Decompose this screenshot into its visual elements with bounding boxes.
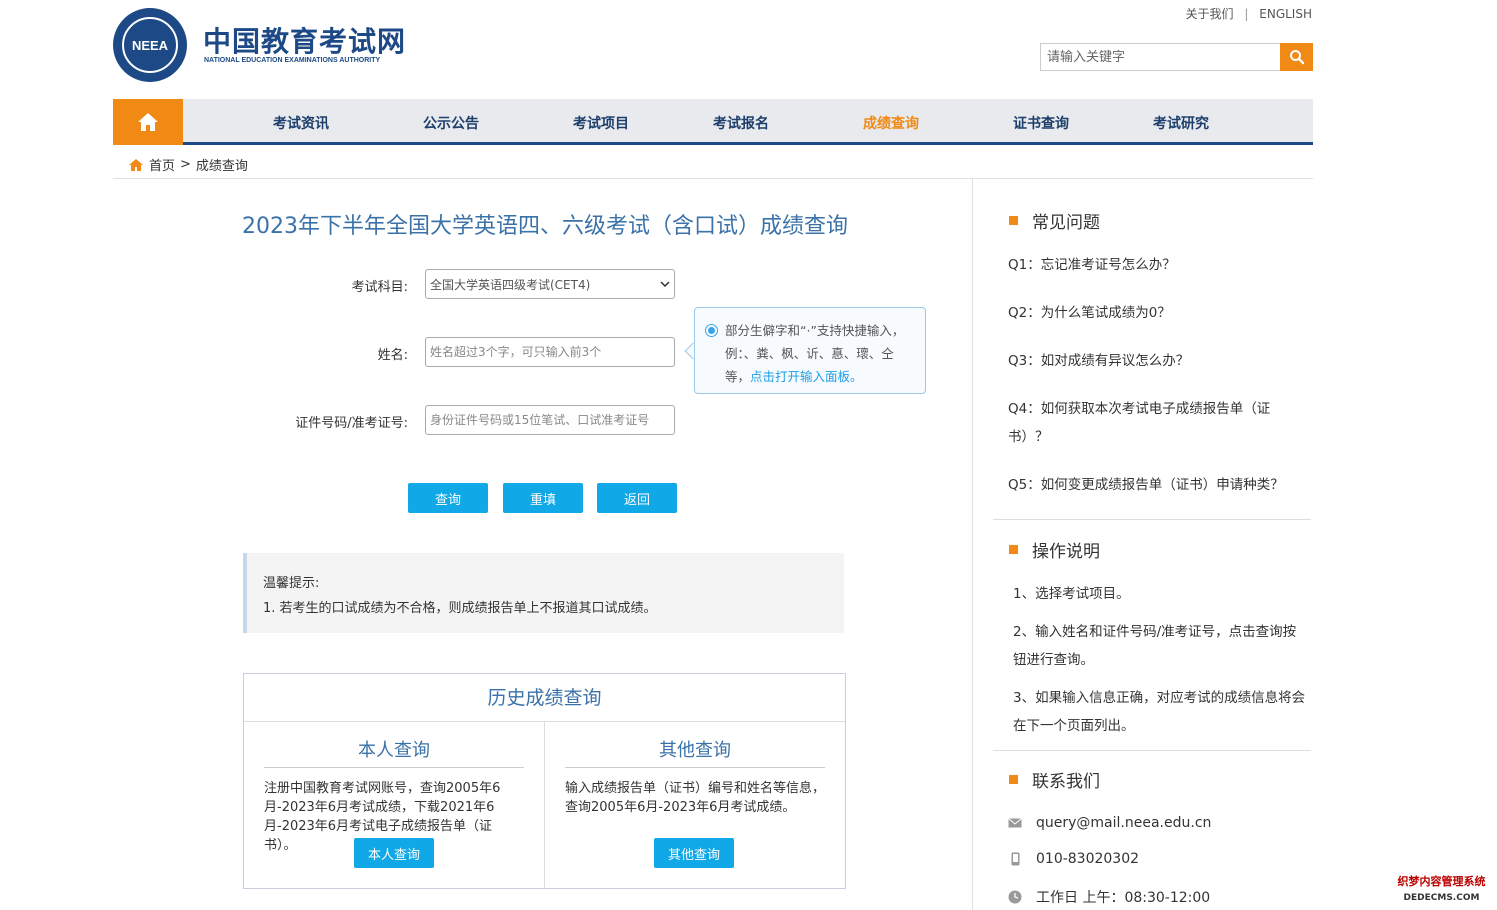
site-logo[interactable]: NEEA xyxy=(113,8,187,82)
search-input[interactable] xyxy=(1040,43,1280,71)
breadcrumb-current: 成绩查询 xyxy=(195,159,248,174)
open-input-panel-link[interactable]: 点击打开输入面板。 xyxy=(750,369,863,384)
search-button[interactable] xyxy=(1280,43,1313,71)
logo-text: NEEA xyxy=(122,17,178,73)
nav-item-exam-news[interactable]: 考试资讯 xyxy=(273,113,329,133)
square-bullet-icon xyxy=(1009,545,1018,554)
faq-item[interactable]: Q2：为什么笔试成绩为0？ xyxy=(1008,299,1298,327)
other-query-title: 其他查询 xyxy=(565,736,825,768)
nav-item-registration[interactable]: 考试报名 xyxy=(713,113,769,133)
contact-email: query@mail.neea.edu.cn xyxy=(1008,815,1211,831)
ops-step: 2、输入姓名和证件号码/准考证号，点击查询按钮进行查询。 xyxy=(1013,624,1297,668)
divider xyxy=(113,178,1313,179)
history-title: 历史成绩查询 xyxy=(244,674,845,722)
back-button[interactable]: 返回 xyxy=(597,483,677,513)
subject-select[interactable]: 全国大学英语四级考试(CET4) xyxy=(425,269,675,299)
watermark-line1: 织梦内容管理系统 xyxy=(1397,875,1486,888)
notice-title: 温馨提示: xyxy=(263,576,320,591)
faq-heading: 常见问题 xyxy=(1009,208,1100,233)
nav-item-announcements[interactable]: 公示公告 xyxy=(423,113,479,133)
top-links-separator: | xyxy=(1244,7,1249,21)
mail-icon xyxy=(1008,818,1022,828)
id-field-wrap xyxy=(425,405,675,435)
self-query-title: 本人查询 xyxy=(264,736,524,768)
ops-title: 操作说明 xyxy=(1032,542,1100,562)
id-number-input[interactable] xyxy=(430,413,670,427)
other-query-button[interactable]: 其他查询 xyxy=(654,838,734,868)
history-query-panel: 历史成绩查询 本人查询 注册中国教育考试网账号，查询2005年6月-2023年6… xyxy=(243,673,846,889)
contact-title: 联系我们 xyxy=(1032,772,1100,792)
other-query-text: 输入成绩报告单（证书）编号和姓名等信息，查询2005年6月-2023年6月考试成… xyxy=(565,781,826,815)
brand-name-cn: 中国教育考试网 xyxy=(203,25,407,58)
rare-char-tip: 部分生僻字和“·”支持快捷输入，例：、粪、枫、䜣、惪、瓌、仝等，点击打开输入面板… xyxy=(694,307,926,394)
watermark: 织梦内容管理系统 DEDECMS.COM xyxy=(1386,874,1497,908)
self-query-column: 本人查询 注册中国教育考试网账号，查询2005年6月-2023年6月考试成绩，下… xyxy=(244,722,544,888)
contact-email-text: query@mail.neea.edu.cn xyxy=(1036,815,1212,831)
name-label: 姓名: xyxy=(377,348,408,363)
phone-icon xyxy=(1008,852,1022,866)
other-query-column: 其他查询 输入成绩报告单（证书）编号和姓名等信息，查询2005年6月-2023年… xyxy=(545,722,845,888)
nav-item-exam-projects[interactable]: 考试项目 xyxy=(573,113,629,133)
main-nav: 考试资讯 公示公告 考试项目 考试报名 成绩查询 证书查询 考试研究 xyxy=(113,99,1313,145)
english-link[interactable]: ENGLISH xyxy=(1259,7,1312,21)
nav-item-certificate-query[interactable]: 证书查询 xyxy=(1013,113,1069,133)
breadcrumb: 首页 > 成绩查询 xyxy=(128,155,248,174)
info-dot-icon xyxy=(705,324,718,337)
column-divider xyxy=(972,179,973,910)
nav-item-score-query[interactable]: 成绩查询 xyxy=(863,113,919,133)
search-bar xyxy=(1040,43,1313,71)
query-button[interactable]: 查询 xyxy=(408,483,488,513)
faq-title: 常见问题 xyxy=(1032,213,1100,233)
nav-item-exam-research[interactable]: 考试研究 xyxy=(1153,113,1209,133)
top-links: 关于我们 | ENGLISH xyxy=(1186,5,1312,22)
contact-heading: 联系我们 xyxy=(1009,767,1100,792)
subject-select-value: 全国大学英语四级考试(CET4) xyxy=(430,277,591,292)
faq-item[interactable]: Q3：如对成绩有异议怎么办？ xyxy=(1008,347,1298,375)
about-link[interactable]: 关于我们 xyxy=(1186,7,1234,21)
home-icon xyxy=(129,158,143,171)
clock-icon xyxy=(1008,890,1022,904)
home-icon xyxy=(138,113,158,131)
subject-label: 考试科目: xyxy=(351,280,408,295)
faq-item[interactable]: Q1：忘记准考证号怎么办？ xyxy=(1008,251,1298,279)
ops-step: 1、选择考试项目。 xyxy=(1013,586,1130,602)
contact-hours-text: 工作日 上午：08:30-12:00 xyxy=(1036,890,1211,906)
watermark-line2: DEDECMS.COM xyxy=(1403,893,1480,903)
ops-step: 3、如果输入信息正确，对应考试的成绩信息将会在下一个页面列出。 xyxy=(1013,690,1306,734)
self-query-button[interactable]: 本人查询 xyxy=(354,838,434,868)
ops-heading: 操作说明 xyxy=(1009,537,1100,562)
contact-phone-text: 010-83020302 xyxy=(1036,851,1140,867)
square-bullet-icon xyxy=(1009,216,1018,225)
square-bullet-icon xyxy=(1009,775,1018,784)
notice-box: 温馨提示: 1. 若考生的口试成绩为不合格，则成绩报告单上不报道其口试成绩。 xyxy=(243,553,844,633)
reset-button[interactable]: 重填 xyxy=(503,483,583,513)
id-label: 证件号码/准考证号: xyxy=(295,416,408,431)
page-title: 2023年下半年全国大学英语四、六级考试（含口试）成绩查询 xyxy=(242,214,848,239)
faq-item[interactable]: Q5：如何变更成绩报告单（证书）申请种类？ xyxy=(1008,471,1298,499)
nav-home-button[interactable] xyxy=(113,99,183,145)
contact-hours: 工作日 上午：08:30-12:00 xyxy=(1008,887,1210,907)
name-field-wrap xyxy=(425,337,675,367)
brand-name-en: NATIONAL EDUCATION EXAMINATIONS AUTHORIT… xyxy=(204,57,381,64)
search-icon xyxy=(1289,50,1304,65)
divider xyxy=(993,519,1311,520)
contact-phone: 010-83020302 xyxy=(1008,851,1139,867)
name-input[interactable] xyxy=(430,345,670,359)
faq-item[interactable]: Q4：如何获取本次考试电子成绩报告单（证书）？ xyxy=(1008,395,1298,451)
breadcrumb-separator: > xyxy=(180,157,191,172)
chevron-down-icon xyxy=(660,281,670,287)
divider xyxy=(993,750,1311,751)
breadcrumb-home[interactable]: 首页 xyxy=(149,155,175,174)
notice-line: 1. 若考生的口试成绩为不合格，则成绩报告单上不报道其口试成绩。 xyxy=(263,601,657,616)
